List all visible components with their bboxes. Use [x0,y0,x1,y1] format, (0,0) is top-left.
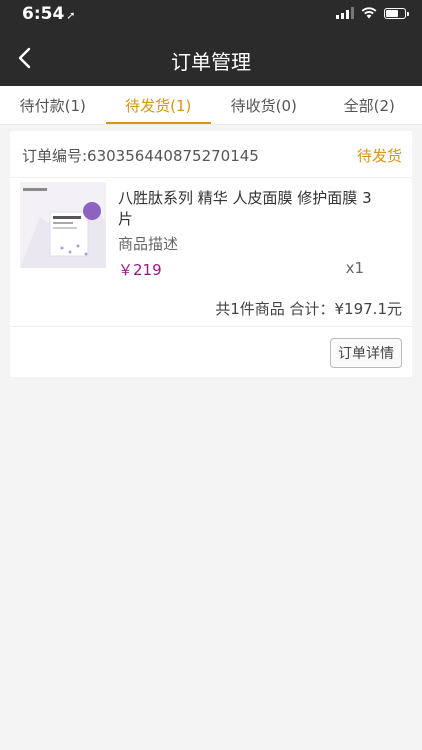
product-item[interactable]: 八胜肽系列 精华 人皮面膜 修护面膜 3片 商品描述 ￥219 x1 [10,178,412,288]
cellular-signal-icon [336,7,354,19]
battery-icon [384,7,409,19]
product-quantity: x1 [345,259,364,277]
order-card: 订单编号:630356440875270145 待发货 八胜肽系列 精华 人皮面… [10,131,412,377]
order-header: 订单编号:630356440875270145 待发货 [10,131,412,178]
tab-pending-receipt[interactable]: 待收货(0) [211,86,317,124]
order-number: 订单编号:630356440875270145 [22,147,259,165]
order-status-badge: 待发货 [356,147,402,165]
tab-pending-shipment[interactable]: 待发货(1) [105,86,212,124]
tab-all[interactable]: 全部(2) [317,86,422,124]
product-price: ￥219 [118,261,162,279]
nav-bar: 订单管理 [0,30,422,86]
location-arrow-icon: ➚ [66,9,76,22]
tab-pending-payment[interactable]: 待付款(1) [0,86,106,124]
status-time-text: 6:54 [22,4,65,24]
order-tabs: 待付款(1) 待发货(1) 待收货(0) 全部(2) [0,86,422,125]
status-time: 6:54 ➚ [22,4,76,24]
status-bar: 6:54 ➚ [0,0,422,30]
product-image [20,182,106,268]
status-icons [336,7,409,19]
top-bar: 6:54 ➚ 订单管理 [0,0,422,86]
order-detail-button[interactable]: 订单详情 [330,338,402,368]
order-summary-text: 共1件商品 合计：¥197.1元 [215,300,402,318]
page-title: 订单管理 [171,50,251,74]
order-actions: 订单详情 [10,327,412,377]
wifi-icon [361,7,377,19]
product-description: 商品描述 [118,235,179,253]
product-image-art [20,182,106,268]
order-total: 共1件商品 合计：¥197.1元 [10,288,412,327]
product-name: 八胜肽系列 精华 人皮面膜 修护面膜 3片 [118,189,372,228]
